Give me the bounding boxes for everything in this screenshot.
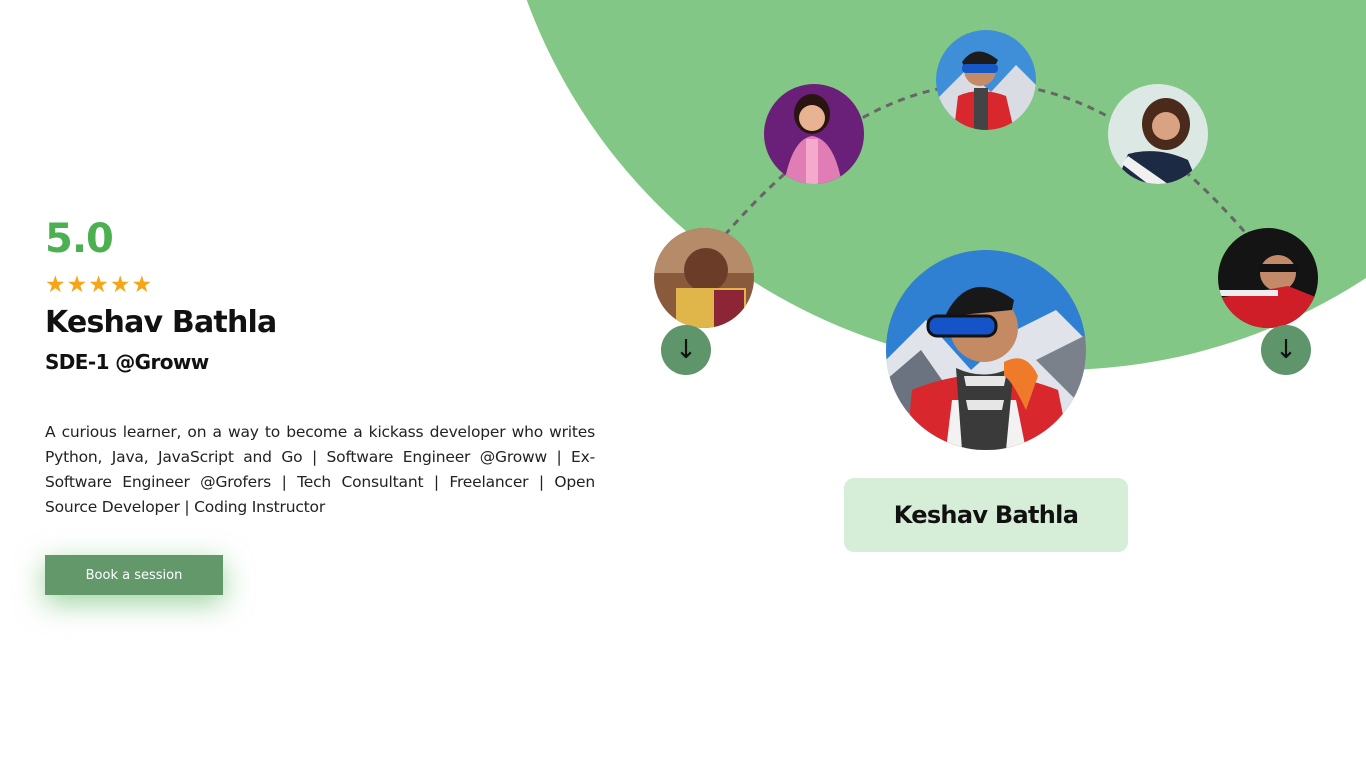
arrow-down-icon: ↓ [1275,335,1297,365]
person-photo-icon [764,84,864,184]
carousel-prev-button[interactable]: ↓ [661,325,711,375]
mentor-role: SDE-1 @Groww [45,350,209,374]
mentor-profile-page: 5.0 ★★★★★ Keshav Bathla SDE-1 @Groww A c… [0,0,1366,768]
star-icon: ★ [131,272,153,298]
avatar-mentor-2[interactable] [764,84,864,184]
selected-mentor-avatar[interactable] [886,250,1086,450]
person-photo-icon [654,228,754,328]
selected-mentor-name-card: Keshav Bathla [844,478,1128,552]
person-photo-icon [886,250,1086,450]
star-icon: ★ [66,272,88,298]
mentor-name: Keshav Bathla [45,305,277,340]
arrow-down-icon: ↓ [675,335,697,365]
avatar-mentor-4[interactable] [1108,84,1208,184]
avatar-mentor-5[interactable] [1218,228,1318,328]
mentor-bio: A curious learner, on a way to become a … [45,423,595,516]
star-icon: ★ [109,272,131,298]
carousel-next-button[interactable]: ↓ [1261,325,1311,375]
avatar-mentor-1[interactable] [654,228,754,328]
avatar-mentor-3[interactable] [936,30,1036,130]
book-session-button[interactable]: Book a session [45,555,223,595]
star-rating: ★★★★★ [45,272,153,298]
person-photo-icon [1108,84,1208,184]
rating-score: 5.0 [45,216,114,262]
person-photo-icon [1218,228,1318,328]
star-icon: ★ [45,272,66,298]
star-icon: ★ [88,272,109,298]
person-photo-icon [936,30,1036,130]
